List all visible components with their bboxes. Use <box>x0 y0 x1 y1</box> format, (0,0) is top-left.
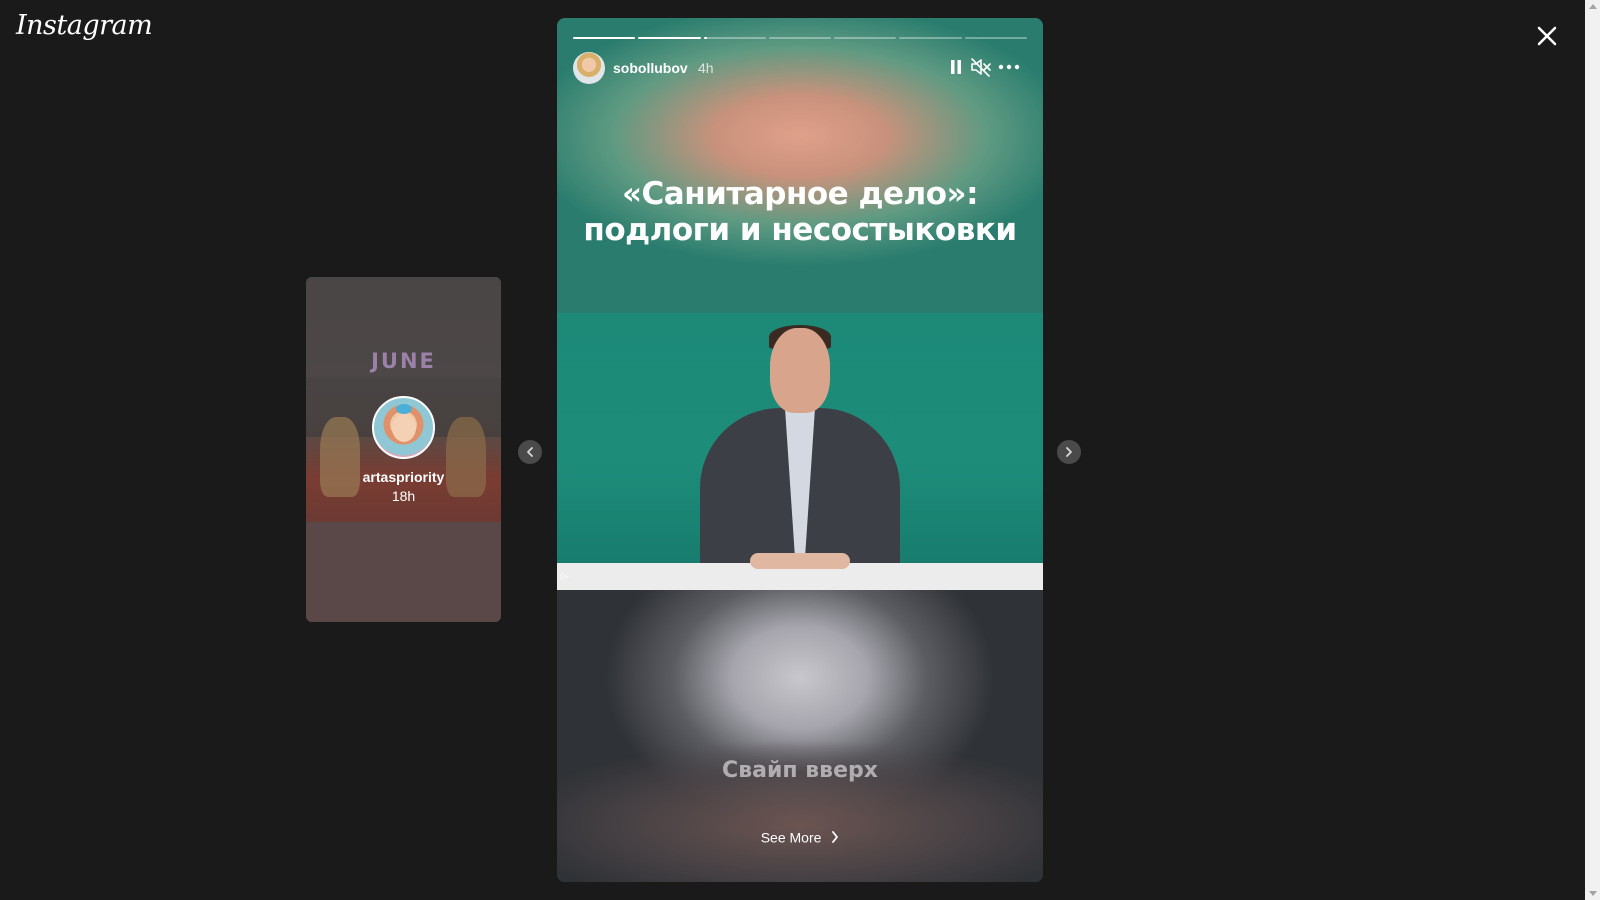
chevron-right-icon <box>1066 447 1072 457</box>
story-time: 4h <box>698 60 714 76</box>
progress-segment <box>768 37 832 39</box>
swipe-up-text: Свайп вверх <box>722 758 878 783</box>
progress-segment <box>703 37 766 39</box>
instagram-logo[interactable]: Instagram <box>16 10 153 41</box>
june-sticker: JUNE <box>371 349 436 373</box>
volume-muted-icon[interactable] <box>970 57 992 77</box>
story-viewer[interactable]: «Санитарное дело»: подлоги и несостыковк… <box>557 18 1043 882</box>
more-options-icon[interactable] <box>996 58 1022 76</box>
story-video-frame <box>557 313 1043 590</box>
progress-segment <box>834 37 897 39</box>
progress-segment <box>573 37 636 39</box>
headline-line-1: «Санитарное дело»: <box>622 176 978 212</box>
progress-segment-fill <box>703 37 707 39</box>
see-more-label: See More <box>760 829 822 846</box>
scroll-up-icon[interactable] <box>1589 4 1597 9</box>
pause-icon[interactable] <box>948 58 964 76</box>
page-scrollbar[interactable] <box>1585 0 1600 900</box>
see-more-button[interactable]: See More <box>557 828 1043 845</box>
close-icon[interactable] <box>1533 22 1561 50</box>
progress-segment <box>638 37 701 39</box>
story-progress-bar <box>573 37 1027 39</box>
progress-segment-fill <box>638 37 701 39</box>
chevron-left-icon <box>527 447 533 457</box>
age-rating-badge: 0+ <box>560 572 570 581</box>
scroll-down-icon[interactable] <box>1589 891 1597 896</box>
previous-story-card[interactable]: JUNE artaspriority 18h <box>306 277 501 622</box>
headline-line-2: подлоги и несостыковки <box>583 212 1017 248</box>
story-headline: «Санитарное дело»: подлоги и несостыковк… <box>557 176 1043 248</box>
story-username[interactable]: sobollubov <box>613 60 688 76</box>
avatar[interactable] <box>573 52 605 84</box>
progress-segment <box>899 37 962 39</box>
progress-segment-fill <box>573 37 636 39</box>
avatar <box>372 396 435 459</box>
previous-story-username: artaspriority <box>362 469 445 485</box>
chevron-right-icon <box>832 831 839 844</box>
previous-story-time: 18h <box>391 488 416 504</box>
previous-story-button[interactable] <box>518 440 542 464</box>
next-story-button[interactable] <box>1057 440 1081 464</box>
progress-segment <box>964 37 1027 39</box>
